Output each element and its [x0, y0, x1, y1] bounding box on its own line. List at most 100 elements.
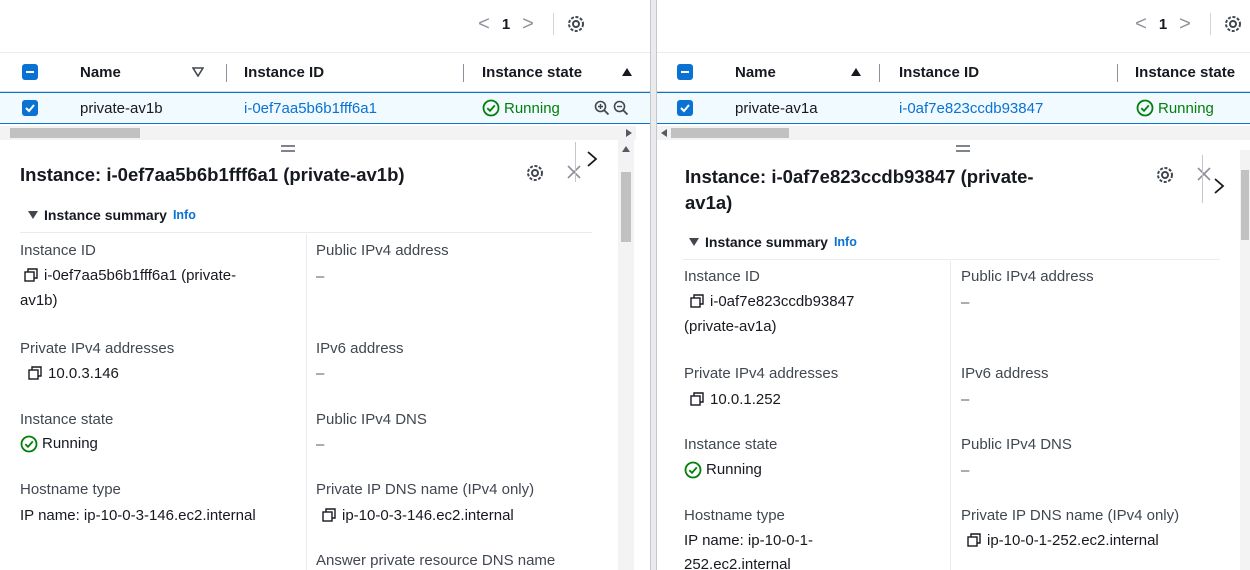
info-link[interactable]: Info: [834, 235, 857, 249]
table-row[interactable]: private-av1a i-0af7e823ccdb93847 Running: [657, 92, 1250, 124]
zoom-out-icon[interactable]: [613, 93, 629, 123]
instance-summary-heading: Instance summary: [44, 207, 167, 223]
instance-summary-toggle[interactable]: Instance summary Info: [28, 207, 196, 223]
chevron-right-icon[interactable]: [586, 150, 598, 173]
next-page-button[interactable]: >: [1174, 13, 1196, 36]
copy-icon[interactable]: [967, 533, 981, 547]
row-name: private-av1b: [80, 99, 163, 117]
column-resizer[interactable]: [1117, 64, 1118, 82]
info-link[interactable]: Info: [173, 208, 196, 222]
panel-divider: [1202, 155, 1203, 203]
private-ipv4-text: 10.0.3.146: [48, 365, 119, 382]
column-resizer[interactable]: [879, 64, 880, 82]
caret-down-icon: [28, 211, 38, 219]
scrollbar-thumb[interactable]: [621, 172, 631, 242]
checkbox-indeterminate-icon: [22, 64, 38, 80]
copy-icon[interactable]: [28, 366, 42, 380]
copy-icon[interactable]: [690, 392, 704, 406]
previous-page-button[interactable]: <: [1130, 13, 1152, 36]
close-icon[interactable]: [567, 165, 581, 184]
ipv6-value: –: [316, 365, 325, 382]
instance-state-value: Running: [20, 433, 98, 455]
row-checkbox[interactable]: [22, 93, 38, 123]
drag-handle-icon[interactable]: [955, 141, 971, 155]
sort-triangle-icon[interactable]: [192, 53, 204, 91]
hostname-type-label: Hostname type: [20, 481, 121, 498]
scroll-up-arrow-icon[interactable]: [622, 53, 632, 91]
table-header: Name Instance ID Instance state: [0, 52, 650, 92]
instance-id-label: Instance ID: [20, 242, 96, 259]
private-dns-value: ip-10-0-3-146.ec2.internal: [322, 505, 514, 527]
copy-icon[interactable]: [24, 268, 38, 282]
settings-gear-icon[interactable]: [1223, 14, 1243, 34]
ipv6-label: IPv6 address: [316, 340, 404, 357]
checkbox-checked-icon: [677, 100, 693, 116]
checkbox-indeterminate-icon: [677, 64, 693, 80]
instance-state-label: Instance state: [684, 436, 778, 453]
table-row[interactable]: private-av1b i-0ef7aa5b6b1fff6a1 Running: [0, 92, 650, 124]
settings-gear-icon[interactable]: [525, 163, 545, 188]
page-number[interactable]: 1: [495, 16, 517, 33]
left-instances-pane: < 1 > Name Instance ID Instance state pr…: [0, 0, 650, 570]
chevron-right-icon[interactable]: [1213, 177, 1225, 200]
previous-page-button[interactable]: <: [473, 13, 495, 36]
select-all-checkbox[interactable]: [677, 53, 693, 91]
zoom-in-icon[interactable]: [594, 93, 610, 123]
row-state-text: Running: [504, 99, 560, 117]
vertical-scrollbar[interactable]: [618, 140, 634, 570]
column-header-instance-state[interactable]: Instance state: [482, 53, 582, 91]
public-dns-value: –: [961, 462, 970, 479]
next-page-button[interactable]: >: [517, 13, 539, 36]
select-all-checkbox[interactable]: [22, 53, 38, 91]
instance-state-text: Running: [706, 461, 762, 478]
instance-summary-toggle[interactable]: Instance summary Info: [689, 234, 857, 250]
column-header-name[interactable]: Name: [735, 53, 776, 91]
horizontal-scrollbar[interactable]: [657, 126, 1250, 140]
sort-triangle-icon[interactable]: [850, 53, 862, 91]
vertical-scrollbar[interactable]: [1240, 150, 1250, 570]
public-dns-label: Public IPv4 DNS: [316, 411, 427, 428]
detail-title: Instance: i-0af7e823ccdb93847 (private-: [685, 166, 1034, 187]
copy-icon[interactable]: [690, 294, 704, 308]
answer-dns-label: Answer private resource DNS name: [316, 552, 556, 569]
hostname-type-value: IP name: ip-10-0-1-: [684, 532, 813, 549]
row-checkbox[interactable]: [677, 93, 693, 123]
drag-handle-icon[interactable]: [280, 141, 296, 155]
close-icon[interactable]: [1197, 167, 1211, 186]
panel-divider: [575, 142, 576, 182]
scroll-up-arrow-icon[interactable]: [622, 146, 630, 152]
status-success-icon: [684, 461, 702, 479]
status-success-icon: [20, 435, 38, 453]
right-instances-pane: < 1 > Name Instance ID Instance state pr…: [657, 0, 1250, 570]
settings-gear-icon[interactable]: [566, 14, 586, 34]
column-resizer[interactable]: [226, 64, 227, 82]
column-header-instance-state[interactable]: Instance state: [1135, 53, 1235, 91]
scroll-left-arrow-icon[interactable]: [661, 129, 667, 137]
caret-down-icon: [689, 238, 699, 246]
instance-state-label: Instance state: [20, 411, 114, 428]
detail-title: Instance: i-0ef7aa5b6b1fff6a1 (private-a…: [20, 164, 405, 185]
public-ipv4-label: Public IPv4 address: [961, 268, 1094, 285]
public-dns-value: –: [316, 436, 325, 453]
row-instance-id-link[interactable]: i-0af7e823ccdb93847: [899, 93, 1043, 123]
settings-gear-icon[interactable]: [1155, 165, 1175, 190]
page-number[interactable]: 1: [1152, 16, 1174, 33]
column-header-instance-id[interactable]: Instance ID: [899, 53, 979, 91]
row-instance-id-link[interactable]: i-0ef7aa5b6b1fff6a1: [244, 93, 377, 123]
column-header-name[interactable]: Name: [80, 53, 121, 91]
scroll-right-arrow-icon[interactable]: [626, 129, 632, 137]
copy-icon[interactable]: [322, 508, 336, 522]
status-success-icon: [482, 99, 500, 117]
ipv6-label: IPv6 address: [961, 365, 1049, 382]
private-dns-value: ip-10-0-1-252.ec2.internal: [967, 530, 1159, 552]
row-state: Running: [482, 93, 560, 123]
horizontal-scrollbar[interactable]: [0, 126, 636, 140]
scrollbar-thumb[interactable]: [671, 128, 789, 138]
scrollbar-thumb[interactable]: [1241, 170, 1249, 240]
column-header-instance-id[interactable]: Instance ID: [244, 53, 324, 91]
column-resizer[interactable]: [463, 64, 464, 82]
private-dns-text: ip-10-0-3-146.ec2.internal: [342, 507, 514, 524]
private-ipv4-value: 10.0.3.146: [28, 363, 119, 385]
scrollbar-thumb[interactable]: [10, 128, 140, 138]
split-view-divider[interactable]: [650, 0, 657, 570]
